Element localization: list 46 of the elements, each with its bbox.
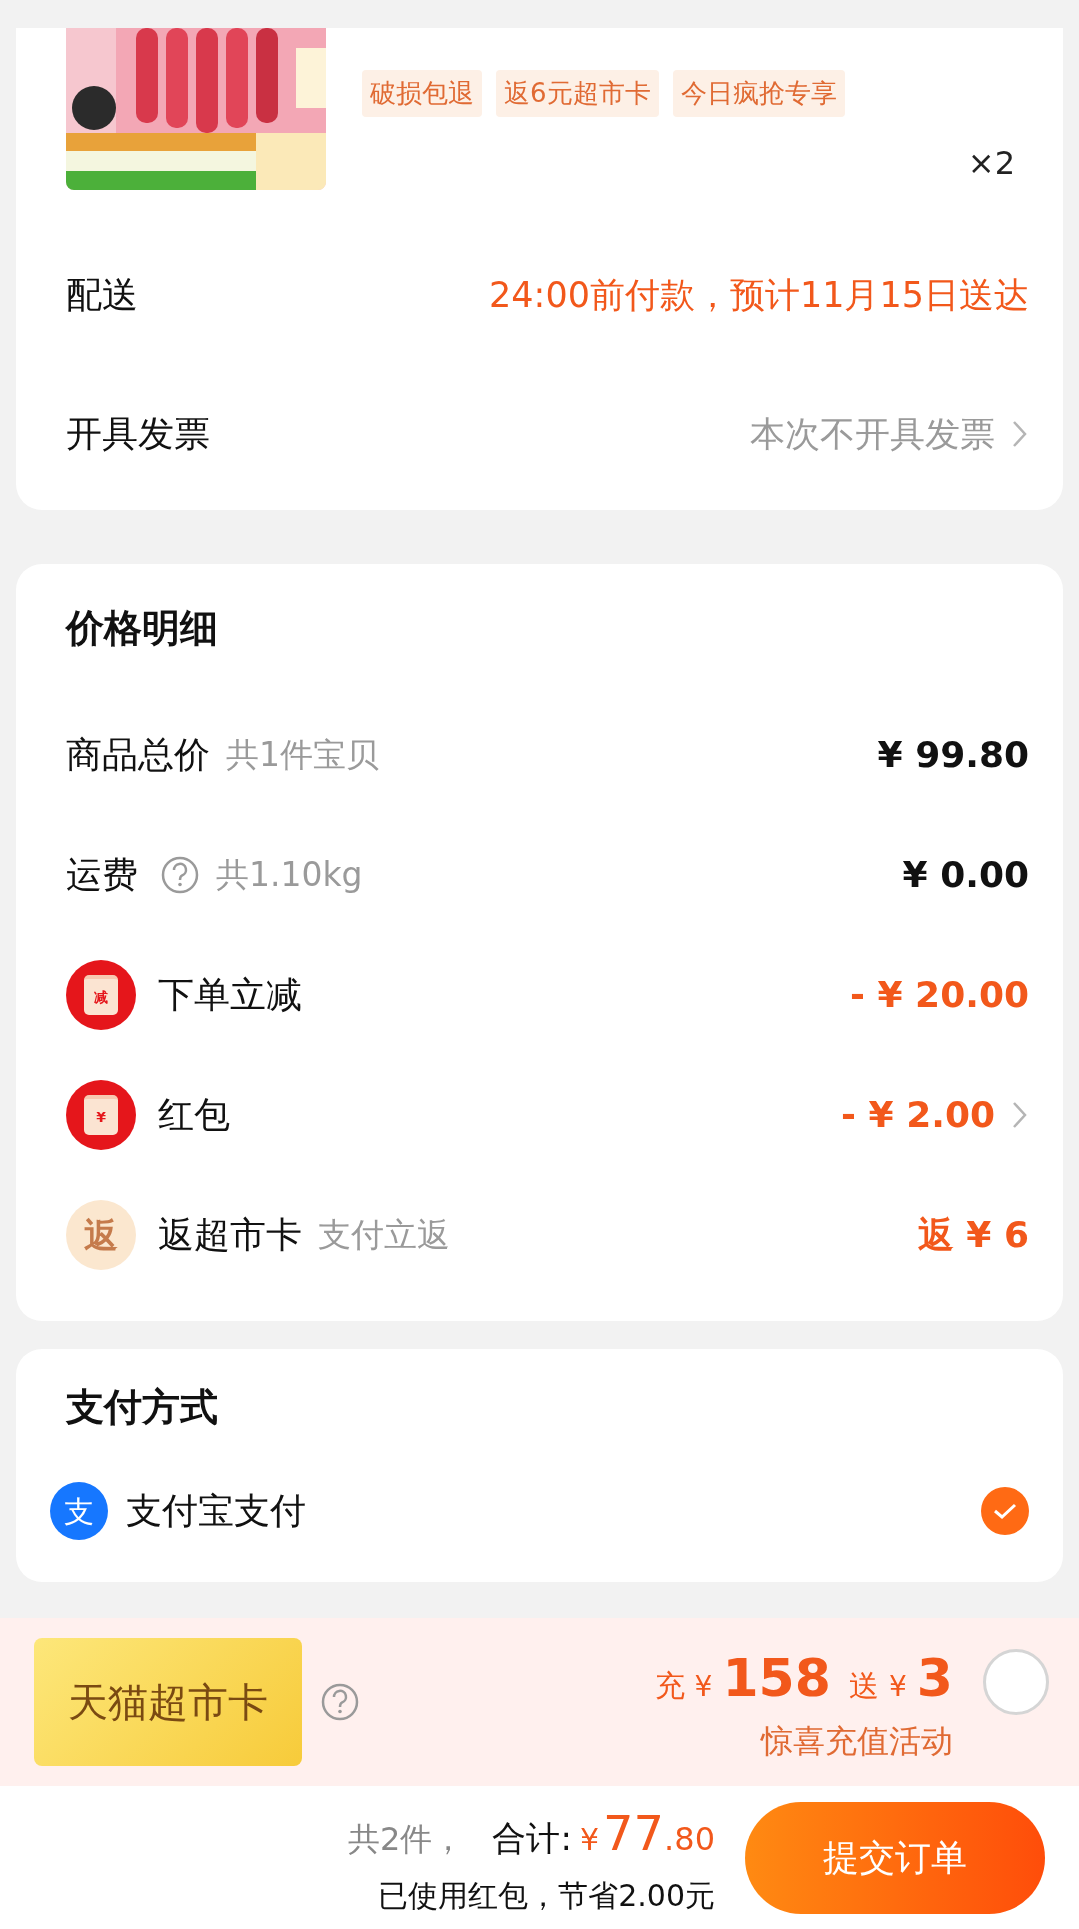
envelope-icon: ¥ xyxy=(66,1080,136,1150)
total-label: 合计: xyxy=(492,1817,572,1860)
section-title: 价格明细 xyxy=(66,605,219,652)
saving-note: 已使用红包，节省2.00元 xyxy=(378,1877,715,1915)
currency-sign: ¥ xyxy=(579,1821,600,1859)
delivery-label: 配送 xyxy=(66,273,138,317)
currency-sign: ¥ xyxy=(889,1669,907,1705)
chevron-right-icon xyxy=(1011,419,1029,449)
total-amount: 77 xyxy=(603,1804,665,1863)
product-tag: 返6元超市卡 xyxy=(496,70,659,117)
price-note: 共1件宝贝 xyxy=(226,734,379,777)
alipay-icon: 支 xyxy=(50,1482,108,1540)
price-label: 商品总价 xyxy=(66,733,210,777)
price-label: 下单立减 xyxy=(158,973,302,1017)
price-label: 红包 xyxy=(158,1093,230,1137)
store-card: 天猫超市卡 xyxy=(34,1638,302,1766)
price-label: 返超市卡 xyxy=(158,1213,302,1257)
promo-caption: 惊喜充值活动 xyxy=(761,1721,953,1762)
price-note: 共1.10kg xyxy=(216,854,363,897)
invoice-row[interactable]: 开具发票 本次不开具发票 xyxy=(50,370,1029,498)
payment-method: 支付宝支付 xyxy=(126,1489,306,1533)
total-decimals: .80 xyxy=(664,1819,715,1860)
charge-amount: 158 xyxy=(722,1647,831,1710)
price-value: 返 ¥ 6 xyxy=(917,1213,1029,1257)
price-label: 运费 xyxy=(66,853,138,897)
price-value: - ¥ 20.00 xyxy=(850,973,1029,1017)
price-value: - ¥ 2.00 xyxy=(841,1093,995,1137)
quantity: ×2 xyxy=(967,143,1015,184)
item-count: 共2件， xyxy=(348,1819,465,1860)
help-icon[interactable] xyxy=(320,1682,360,1722)
price-note: 支付立返 xyxy=(318,1214,450,1257)
bonus-amount: 3 xyxy=(916,1647,953,1710)
price-value: ¥ 99.80 xyxy=(877,733,1029,777)
check-icon xyxy=(992,1501,1018,1521)
section-title: 支付方式 xyxy=(66,1384,219,1431)
currency-sign: ¥ xyxy=(694,1669,713,1705)
rebate-icon: 返 xyxy=(66,1200,136,1270)
bonus-label: 送 xyxy=(849,1667,879,1705)
help-icon[interactable] xyxy=(160,855,200,895)
price-value: ¥ 0.00 xyxy=(902,853,1029,897)
delivery-value: 24:00前付款，预计11月15日送达 xyxy=(489,273,1029,317)
product-tag: 破损包退 xyxy=(362,70,482,117)
payment-radio[interactable] xyxy=(981,1487,1029,1535)
charge-label: 充 xyxy=(654,1667,685,1705)
product-tag: 今日疯抢专享 xyxy=(672,70,845,117)
envelope-icon: 减 xyxy=(66,960,136,1030)
